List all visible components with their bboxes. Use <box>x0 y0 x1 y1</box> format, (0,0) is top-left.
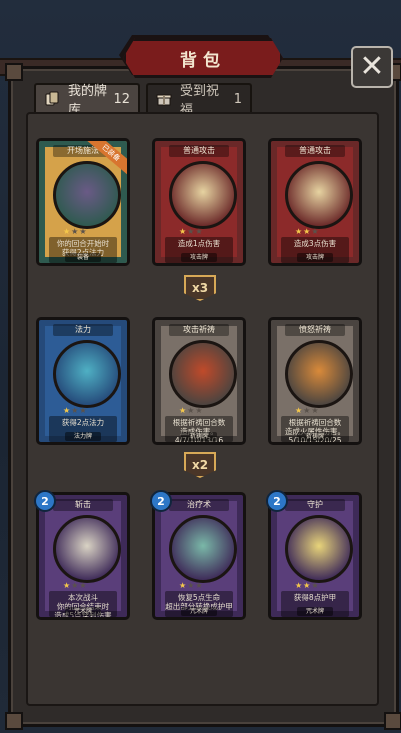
gift-icon <box>156 91 172 107</box>
card-art <box>169 515 237 583</box>
card-stars: ★★★ <box>295 581 320 590</box>
close-icon: ✕ <box>359 49 385 84</box>
star-icon: ★★ <box>187 406 204 415</box>
card-type: 祈祷牌 <box>297 432 333 441</box>
card[interactable]: 普通攻击 ★★★ 造成1点伤害 攻击牌 <box>152 138 246 266</box>
card-type: 咒术牌 <box>181 607 217 616</box>
cards-icon <box>44 91 60 107</box>
star-icon: ★★ <box>187 227 204 236</box>
star-icon: ★ <box>179 581 188 590</box>
card-name: 普通攻击 <box>169 145 229 157</box>
card-type: 攻击牌 <box>181 253 217 262</box>
page-title: 背包 <box>180 50 226 71</box>
card[interactable]: 开场施法 ★★★ 你的回合开始时 获得2点法力 装备 已装备 <box>36 138 130 266</box>
card-art <box>53 161 121 229</box>
card[interactable]: 法力 ★★★ 获得2点法力 法力牌 <box>36 317 130 445</box>
panel-corner <box>5 63 23 81</box>
card-art <box>53 515 121 583</box>
star-icon: ★★ <box>71 227 88 236</box>
star-icon: ★ <box>295 406 304 415</box>
star-icon: ★ <box>63 227 72 236</box>
card-art <box>285 340 353 408</box>
close-button[interactable]: ✕ <box>351 46 393 88</box>
panel-corner <box>384 712 401 730</box>
card[interactable]: 治疗术 ★★★ 恢复5点生命 超出部分转换成护甲 咒术牌 <box>152 492 246 620</box>
card-art <box>169 340 237 408</box>
card-stars: ★★★ <box>179 581 204 590</box>
card-stars: ★★★ <box>295 227 320 236</box>
card-name: 愤怒祈祷 <box>285 324 345 336</box>
card-stars: ★★★ <box>63 227 88 236</box>
star-icon: ★ <box>179 227 188 236</box>
card-art <box>53 340 121 408</box>
card-art <box>169 161 237 229</box>
card-stars: ★★★ <box>295 406 320 415</box>
card[interactable]: 愤怒祈祷 ★★★ 根据祈祷回合数 造成火属性伤害。 5/10/15/20/25 祈祷牌 <box>268 317 362 445</box>
panel-corner <box>5 712 23 730</box>
card-art <box>285 161 353 229</box>
star-icon: ★★ <box>71 406 88 415</box>
card-name: 攻击祈祷 <box>169 324 229 336</box>
star-icon: ★ <box>63 406 72 415</box>
star-icon: ★ <box>179 406 188 415</box>
star-icon: ★★ <box>187 581 204 590</box>
tab-blessings[interactable]: 受到祝福 1 <box>146 83 252 118</box>
title-plate: 背包 <box>123 38 283 78</box>
card-cost: 2 <box>150 490 172 512</box>
card[interactable]: 普通攻击 ★★★ 造成3点伤害 攻击牌 <box>268 138 362 266</box>
star-icon: ★ <box>311 227 320 236</box>
card-cost: 2 <box>34 490 56 512</box>
star-icon: ★★ <box>71 581 88 590</box>
star-icon: ★★ <box>295 227 312 236</box>
card[interactable]: 守护 ★★★ 获得8点护甲 咒术牌 <box>268 492 362 620</box>
card-art <box>285 515 353 583</box>
card-type: 咒术牌 <box>297 607 333 616</box>
card-stars: ★★★ <box>179 227 204 236</box>
tab-my-deck[interactable]: 我的牌库 12 <box>34 83 140 118</box>
card[interactable]: 攻击祈祷 ★★★ 根据祈祷回合数 造成伤害。 4/7/10/13/16 祈祷牌 <box>152 317 246 445</box>
card-type: 装备 <box>65 253 101 262</box>
star-icon: ★★ <box>303 406 320 415</box>
card[interactable]: 斩击 ★★★ 本次战斗 你的回合结束时 造成5点穿刺伤害 咒术牌 <box>36 492 130 620</box>
card-cost: 2 <box>266 490 288 512</box>
tab-count: 12 <box>113 91 130 107</box>
tab-count: 1 <box>233 91 242 107</box>
card-name: 斩击 <box>53 499 113 511</box>
card-type: 法力牌 <box>65 432 101 441</box>
card-type: 咒术牌 <box>65 607 101 616</box>
card-name: 普通攻击 <box>285 145 345 157</box>
card-type: 攻击牌 <box>297 253 333 262</box>
card-stars: ★★★ <box>179 406 204 415</box>
card-name: 法力 <box>53 324 113 336</box>
star-icon: ★★ <box>295 581 312 590</box>
card-name: 守护 <box>285 499 345 511</box>
star-icon: ★ <box>311 581 320 590</box>
card-stars: ★★★ <box>63 406 88 415</box>
card-name: 治疗术 <box>169 499 229 511</box>
star-icon: ★ <box>63 581 72 590</box>
card-type: 祈祷牌 <box>181 432 217 441</box>
card-stars: ★★★ <box>63 581 88 590</box>
